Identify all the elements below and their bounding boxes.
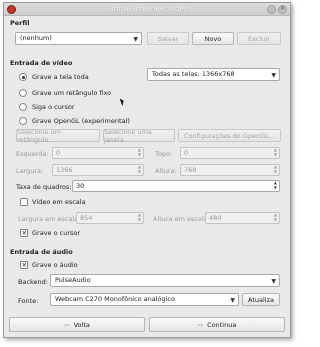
back-button-label: Volta <box>73 320 90 329</box>
minimize-button[interactable] <box>267 5 276 14</box>
scaled-width-value: 854 <box>80 214 93 222</box>
record-opengl-label: Grave OpenGL (experimental) <box>32 117 130 125</box>
continue-button-label: Continua <box>207 320 237 329</box>
scaled-height-value: 480 <box>209 214 222 222</box>
chevron-down-icon: ▼ <box>133 36 138 43</box>
audio-source-select[interactable]: Webcam C270 Monofônico analógico ▼ <box>50 293 239 306</box>
screen-select-value: Todas as telas: 1366x768 <box>152 70 235 78</box>
top-input[interactable]: 0 ▲ ▼ <box>180 147 280 159</box>
scaled-height-label: Altura em escala: <box>153 215 210 223</box>
chevron-down-icon: ▼ <box>271 72 276 79</box>
source-label: Fonte: <box>18 297 39 305</box>
height-label: Altura: <box>155 167 177 175</box>
title-bar[interactable]: SimpleScreenRecorder <box>4 3 290 16</box>
width-value: 1366 <box>56 166 73 174</box>
profile-select[interactable]: (nenhum) ▼ <box>15 32 142 45</box>
scaled-width-label: Largura em escala: <box>18 215 81 223</box>
profile-select-value: (nenhum) <box>20 34 52 42</box>
chevron-down-icon: ▼ <box>230 297 235 304</box>
delete-profile-button[interactable]: Excluir <box>237 32 281 45</box>
width-input[interactable]: 1366 ▲ ▼ <box>52 164 144 176</box>
left-value: 0 <box>56 149 61 157</box>
record-fullscreen-radio[interactable] <box>19 73 27 81</box>
refresh-sources-button[interactable]: Atualiza <box>242 293 280 306</box>
continue-button[interactable]: ⇨ Continua <box>149 317 285 332</box>
follow-cursor-label: Siga o cursor <box>32 103 75 111</box>
arrow-left-icon: ⇦ <box>64 320 70 329</box>
video-input-heading: Entrada de vídeo <box>10 59 73 67</box>
mouse-pointer-icon <box>119 97 126 107</box>
top-value: 0 <box>184 149 189 157</box>
record-fixed-rect-radio[interactable] <box>19 89 27 97</box>
window-title: SimpleScreenRecorder <box>107 5 187 13</box>
scaled-width-input[interactable]: 854 ▲ ▼ <box>76 212 144 224</box>
spin-arrows-icon: ▲ ▼ <box>273 164 277 174</box>
audio-input-heading: Entrada de áudio <box>10 248 73 256</box>
spin-arrows-icon: ▲ ▼ <box>273 212 277 222</box>
scale-video-label: Vídeo em escala <box>32 198 86 206</box>
select-rectangle-button[interactable]: Selecione um retângulo... <box>16 128 100 144</box>
record-fullscreen-label: Grave a tela toda <box>32 73 89 81</box>
backend-select[interactable]: PulseAudio ▼ <box>50 274 280 287</box>
spin-arrows-icon: ▲ ▼ <box>273 147 277 157</box>
follow-cursor-radio[interactable] <box>19 103 27 111</box>
record-audio-checkbox[interactable] <box>20 261 28 269</box>
record-cursor-label: Grave o cursor <box>32 229 81 237</box>
save-profile-button[interactable]: Salvar <box>147 32 189 45</box>
framerate-label: Taxa de quadros: <box>16 183 72 191</box>
select-window-button[interactable]: Selecione uma janela... <box>103 128 175 144</box>
audio-source-select-value: Webcam C270 Monofônico analógico <box>55 295 175 303</box>
left-label: Esquerda: <box>16 150 49 158</box>
opengl-settings-button[interactable]: Configurações do OpenGL... <box>178 129 281 142</box>
screen-select[interactable]: Todas as telas: 1366x768 ▼ <box>147 68 280 81</box>
arrow-right-icon: ⇨ <box>197 320 204 329</box>
top-label: Topo: <box>155 150 173 158</box>
profile-heading: Perfil <box>10 19 30 27</box>
framerate-input[interactable]: 30 ▲ ▼ <box>72 180 280 192</box>
scaled-height-input[interactable]: 480 ▲ ▼ <box>205 212 280 224</box>
scale-video-checkbox[interactable] <box>20 198 28 206</box>
spin-arrows-icon: ▲ ▼ <box>137 147 141 157</box>
spin-arrows-icon: ▲ ▼ <box>137 164 141 174</box>
back-button[interactable]: ⇦ Volta <box>9 317 145 332</box>
new-profile-button[interactable]: Novo <box>192 32 234 45</box>
left-input[interactable]: 0 ▲ ▼ <box>52 147 144 159</box>
main-window: SimpleScreenRecorder Perfil (nenhum) ▼ S… <box>3 2 291 338</box>
spin-arrows-icon: ▲ ▼ <box>273 180 277 190</box>
backend-select-value: PulseAudio <box>55 276 91 284</box>
record-opengl-radio[interactable] <box>19 117 27 125</box>
record-cursor-checkbox[interactable] <box>20 229 28 237</box>
spin-arrows-icon: ▲ ▼ <box>137 212 141 222</box>
chevron-down-icon: ▼ <box>271 278 276 285</box>
height-value: 768 <box>184 166 197 174</box>
width-label: Largura: <box>16 167 44 175</box>
record-audio-label: Grave o áudio <box>32 261 78 269</box>
backend-label: Backend: <box>18 278 48 286</box>
record-fixed-rect-label: Grave um retângulo fixo <box>32 89 112 97</box>
framerate-value: 30 <box>76 182 85 190</box>
close-button[interactable] <box>278 5 287 14</box>
height-input[interactable]: 768 ▲ ▼ <box>180 164 280 176</box>
